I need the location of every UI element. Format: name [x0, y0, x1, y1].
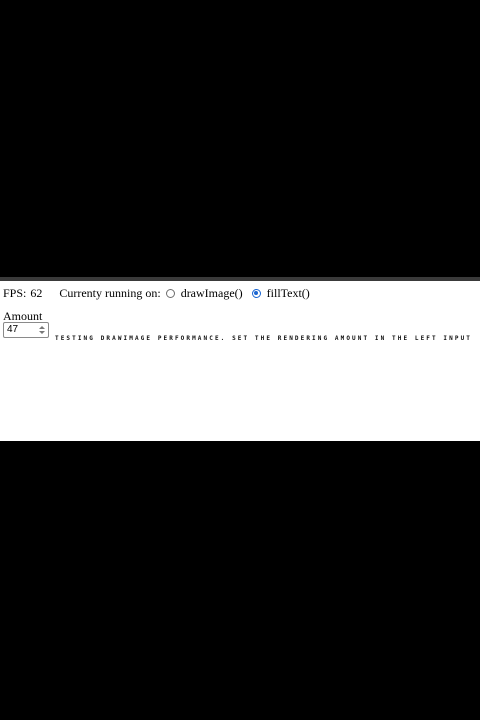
chevron-up-icon[interactable]: [38, 326, 45, 329]
chevron-down-icon[interactable]: [38, 331, 45, 334]
radio-filltext[interactable]: [251, 288, 261, 298]
page-content: FPS: 62 Currenty running on: drawImage() …: [0, 281, 480, 441]
radio-drawimage-label: drawImage(): [180, 285, 243, 300]
top-black-area: [0, 0, 480, 277]
canvas-render-text: TESTING DRAWIMAGE PERFORMANCE. SET THE R…: [55, 335, 472, 342]
mode-label: Currenty running on:: [59, 285, 161, 300]
status-row: FPS: 62 Currenty running on: drawImage() …: [3, 286, 310, 300]
amount-input[interactable]: 47: [3, 322, 49, 338]
bottom-black-area: [0, 441, 480, 720]
radio-option-filltext[interactable]: fillText(): [251, 285, 310, 301]
fps-display: FPS: 62: [3, 286, 42, 301]
fps-value: 62: [30, 285, 43, 300]
amount-spinner[interactable]: [37, 324, 46, 336]
radio-drawimage[interactable]: [165, 288, 175, 298]
fps-label: FPS:: [3, 285, 27, 300]
radio-filltext-label: fillText(): [266, 285, 310, 300]
radio-option-drawimage[interactable]: drawImage(): [165, 285, 243, 301]
amount-value: 47: [7, 324, 19, 335]
